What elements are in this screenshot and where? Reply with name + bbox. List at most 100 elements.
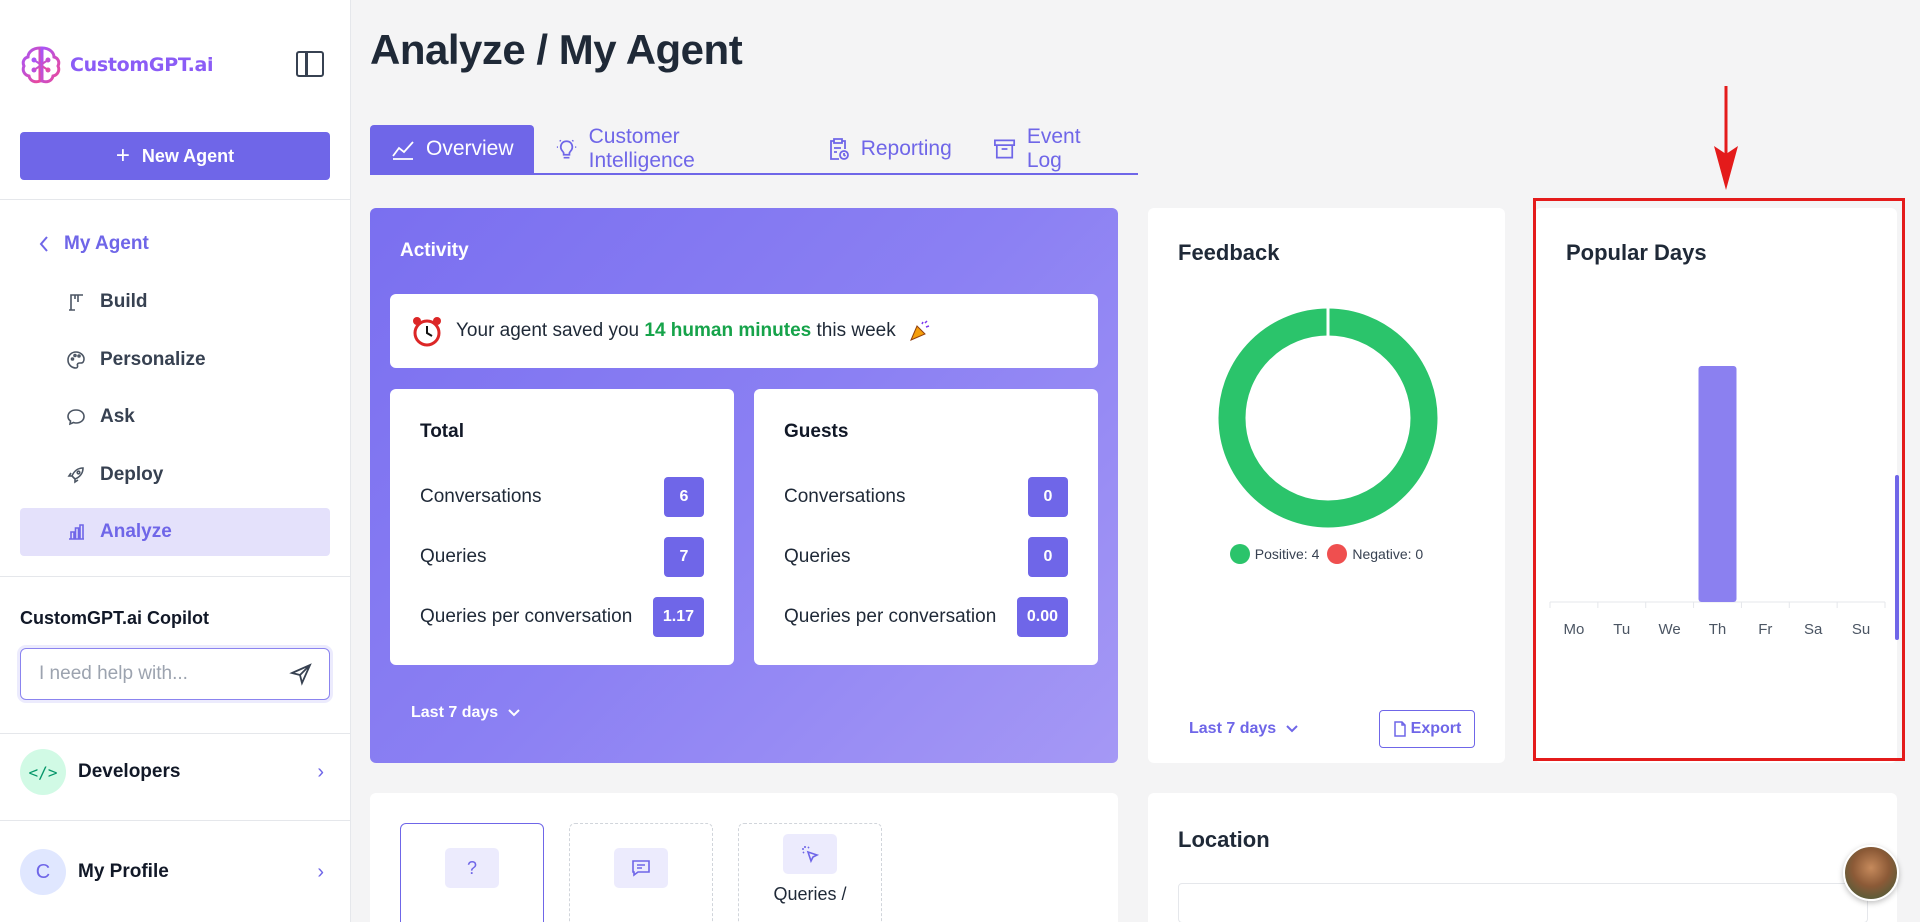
guests-stats-card: Guests Conversations 0 Queries 0 Queries… [754,389,1098,665]
profile-link[interactable]: C My Profile › [20,848,330,896]
chevron-down-icon [508,709,520,717]
developers-link[interactable]: </> Developers › [20,748,330,796]
query-type-card[interactable]: ? [400,823,544,922]
queries-section: ? Queries / [370,793,1118,922]
feedback-range-select[interactable]: Last 7 days [1189,720,1298,738]
export-label: Export [1410,720,1462,737]
stat-label: Conversations [784,486,906,507]
logo[interactable]: CustomGPT.ai [20,44,214,86]
sidebar-toggle-icon[interactable] [296,51,324,77]
range-label: Last 7 days [411,704,499,721]
tab-event-log[interactable]: Event Log [972,125,1138,173]
sidebar-item-label: Analyze [100,521,172,542]
legend-negative[interactable]: Negative: 0 [1327,544,1423,564]
chevron-right-icon: › [317,760,324,783]
back-label: My Agent [64,233,149,254]
tab-label: Customer Intelligence [588,125,695,172]
tab-label: Overview [426,137,514,160]
crane-icon [66,292,86,312]
time-saved-banner: Your agent saved you 14 human minutes th… [390,294,1098,368]
saved-prefix: Your agent saved you [456,320,640,341]
annotation-arrow-icon [1714,86,1738,190]
new-agent-label: New Agent [141,145,235,166]
stat-row: Conversations 0 [784,477,1068,517]
stat-label: Conversations [420,486,542,507]
support-chat-avatar[interactable] [1843,845,1899,901]
new-agent-button[interactable]: + New Agent [20,132,330,180]
line-chart-icon [392,141,414,160]
feedback-donut-chart [1218,308,1438,528]
developers-label: Developers [78,761,181,782]
lightbulb-icon [556,139,576,159]
stat-row: Queries 7 [420,537,704,577]
donut-slice-positive[interactable] [1218,308,1438,528]
legend-positive[interactable]: Positive: 4 [1229,544,1320,564]
party-popper-icon [909,320,929,341]
stat-value: 1.17 [652,597,704,637]
feedback-legend: Positive: 4 Negative: 0 [1148,544,1505,564]
activity-title: Activity [400,240,469,261]
stat-value: 7 [664,537,704,577]
tab-label: Event Log [1026,125,1081,172]
saved-suffix: this week [816,320,896,341]
legend-negative-label: Negative: 0 [1352,546,1424,562]
cursor-click-icon [783,834,837,874]
copilot-input[interactable] [39,663,269,685]
sidebar: CustomGPT.ai + New Agent My Agent Build … [0,0,351,922]
stat-label: Queries per conversation [784,606,997,627]
sidebar-item-analyze[interactable]: Analyze [20,508,330,556]
tab-reporting[interactable]: Reporting [805,125,972,173]
archive-icon [993,139,1015,159]
export-button[interactable]: Export [1379,710,1475,748]
tab-overview[interactable]: Overview [370,125,534,173]
stat-row: Queries per conversation 0.00 [784,597,1068,637]
positive-dot [1229,544,1250,564]
alarm-clock-icon [413,317,441,347]
divider [0,733,351,734]
plus-icon: + [115,142,130,169]
chevron-right-icon: › [317,860,324,883]
activity-range-select[interactable]: Last 7 days [411,704,520,722]
palette-icon [66,350,86,370]
query-type-card[interactable] [569,823,713,922]
sidebar-item-label: Ask [100,406,135,427]
bar-chart-icon [66,522,86,542]
page-title: Analyze / My Agent [370,26,743,73]
sidebar-item-label: Build [100,291,148,312]
tab-customer-intelligence[interactable]: Customer Intelligence [534,125,805,173]
sidebar-item-deploy[interactable]: Deploy [20,451,330,499]
clipboard-icon [829,138,849,160]
stat-row: Queries per conversation 1.17 [420,597,704,637]
file-icon [1393,721,1406,737]
stat-label: Queries [420,546,487,567]
query-type-card[interactable]: Queries / [738,823,882,922]
guests-title: Guests [784,421,849,442]
chevron-down-icon [1286,725,1298,733]
negative-dot [1327,544,1348,564]
sidebar-item-ask[interactable]: Ask [20,393,330,441]
sidebar-item-label: Deploy [100,464,164,485]
annotation-highlight-box [1533,198,1905,761]
rocket-icon [66,465,86,485]
stat-row: Queries 0 [784,537,1068,577]
send-icon[interactable] [289,662,313,686]
back-to-agent-link[interactable]: My Agent [38,233,149,255]
location-title: Location [1178,827,1270,852]
logo-text: CustomGPT.ai [70,54,214,76]
query-card-label: Queries / [773,884,847,904]
tab-label: Reporting [860,137,952,160]
code-icon: </> [20,749,66,795]
question-icon: ? [445,848,499,888]
legend-positive-label: Positive: 4 [1254,546,1320,562]
avatar: C [20,849,66,895]
profile-label: My Profile [78,861,169,882]
sidebar-item-build[interactable]: Build [20,278,330,326]
tab-bar: Overview Customer Intelligence Reporting… [370,125,1138,175]
feedback-title: Feedback [1178,240,1280,265]
sidebar-item-personalize[interactable]: Personalize [20,336,330,384]
stat-label: Queries per conversation [420,606,633,627]
copilot-input-box [20,648,330,700]
divider [0,576,351,577]
sidebar-item-label: Personalize [100,349,206,370]
range-label: Last 7 days [1189,720,1277,737]
